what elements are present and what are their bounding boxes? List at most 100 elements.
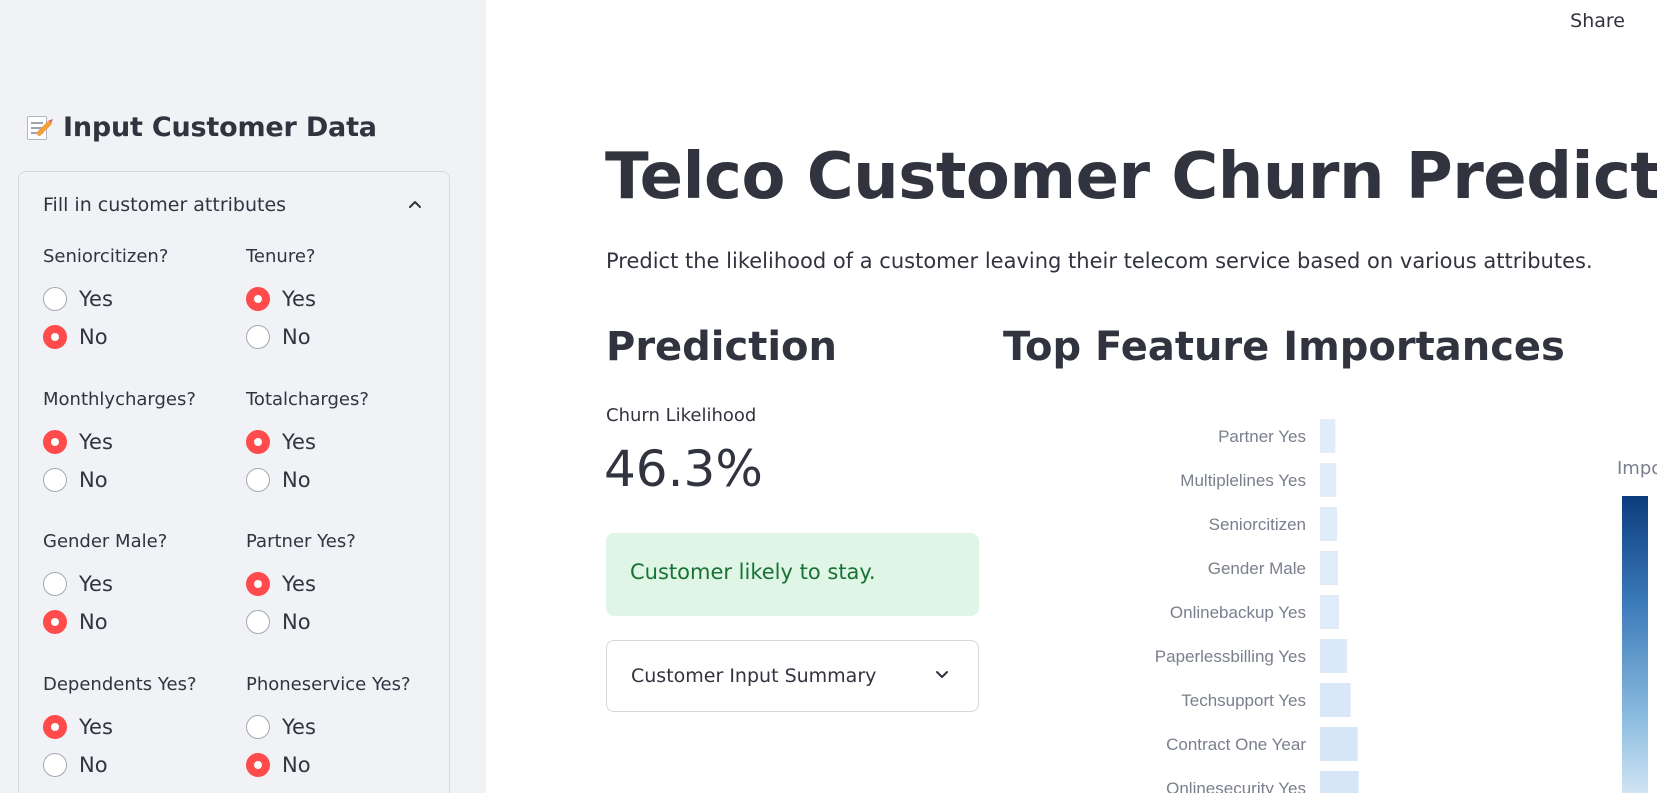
- radio-option-yes[interactable]: Yes: [246, 708, 411, 746]
- radio-option-label: No: [282, 610, 311, 634]
- radio-group-label: Monthlycharges?: [43, 389, 196, 410]
- importance-heading: Top Feature Importances: [1003, 324, 1565, 370]
- colorbar-title: Impo: [1617, 458, 1657, 479]
- sidebar-title: Input Customer Data: [63, 112, 377, 143]
- radio-option-yes[interactable]: Yes: [43, 565, 167, 603]
- summary-label: Customer Input Summary: [631, 665, 877, 687]
- bar-label: Partner Yes: [1218, 427, 1306, 446]
- radio-option-no[interactable]: No: [246, 318, 316, 356]
- expander-label[interactable]: Fill in customer attributes: [43, 194, 286, 216]
- churn-metric-label: Churn Likelihood: [606, 405, 757, 426]
- radio-dot[interactable]: [43, 287, 67, 311]
- radio-group: Partner Yes? Yes No: [246, 531, 356, 641]
- radio-option-label: Yes: [282, 287, 316, 311]
- radio-option-label: Yes: [282, 572, 316, 596]
- radio-group: Tenure? Yes No: [246, 246, 316, 356]
- radio-option-label: No: [79, 325, 108, 349]
- radio-option-no[interactable]: No: [246, 603, 356, 641]
- radio-option-label: Yes: [282, 430, 316, 454]
- feature-importance-svg: Partner Yes Multiplelines Yes Seniorcitize…: [1155, 419, 1359, 793]
- radio-group-label: Dependents Yes?: [43, 674, 197, 695]
- bar[interactable]: [1320, 507, 1338, 541]
- bar-label: Paperlessbilling Yes: [1155, 647, 1306, 666]
- radio-group: Monthlycharges? Yes No: [43, 389, 196, 499]
- radio-dot[interactable]: [43, 572, 67, 596]
- prediction-heading: Prediction: [606, 324, 838, 370]
- radio-dot[interactable]: [43, 325, 67, 349]
- radio-option-label: No: [79, 753, 108, 777]
- radio-dot[interactable]: [246, 753, 270, 777]
- radio-dot[interactable]: [43, 753, 67, 777]
- bar[interactable]: [1320, 727, 1358, 761]
- bar-label: Onlinebackup Yes: [1170, 603, 1306, 622]
- radio-option-label: Yes: [79, 287, 113, 311]
- radio-option-yes[interactable]: Yes: [246, 565, 356, 603]
- radio-option-label: No: [79, 610, 108, 634]
- radio-option-no[interactable]: No: [43, 461, 196, 499]
- radio-group-label: Phoneservice Yes?: [246, 674, 411, 695]
- radio-dot[interactable]: [43, 468, 67, 492]
- radio-dot[interactable]: [246, 430, 270, 454]
- bar[interactable]: [1320, 595, 1339, 629]
- bar[interactable]: [1320, 551, 1338, 585]
- memo-icon: [25, 114, 53, 142]
- radio-group: Totalcharges? Yes No: [246, 389, 369, 499]
- radio-option-yes[interactable]: Yes: [246, 280, 316, 318]
- radio-dot[interactable]: [246, 715, 270, 739]
- page-title: Telco Customer Churn Predictor: [605, 140, 1657, 214]
- radio-option-yes[interactable]: Yes: [246, 423, 369, 461]
- radio-group-label: Tenure?: [246, 246, 316, 267]
- radio-dot[interactable]: [43, 610, 67, 634]
- radio-option-no[interactable]: No: [43, 603, 167, 641]
- radio-dot[interactable]: [43, 715, 67, 739]
- radio-option-no[interactable]: No: [43, 746, 197, 784]
- radio-dot[interactable]: [246, 287, 270, 311]
- chevron-down-icon: [936, 671, 948, 678]
- sidebar-header: Input Customer Data: [25, 112, 377, 143]
- radio-dot[interactable]: [43, 430, 67, 454]
- radio-option-no[interactable]: No: [43, 318, 168, 356]
- page-subtitle: Predict the likelihood of a customer lea…: [606, 249, 1593, 273]
- radio-option-label: Yes: [79, 572, 113, 596]
- radio-dot[interactable]: [246, 468, 270, 492]
- radio-option-label: Yes: [282, 715, 316, 739]
- prediction-alert: Customer likely to stay.: [606, 533, 979, 616]
- radio-option-label: No: [282, 753, 311, 777]
- chevron-up-icon[interactable]: [407, 196, 423, 212]
- bar[interactable]: [1320, 419, 1336, 453]
- feature-importance-chart: Partner Yes Multiplelines Yes Seniorcitize…: [1000, 400, 1657, 793]
- bar[interactable]: [1320, 771, 1359, 793]
- radio-option-label: No: [282, 468, 311, 492]
- share-button[interactable]: Share: [1570, 10, 1625, 32]
- radio-dot[interactable]: [246, 572, 270, 596]
- radio-group: Seniorcitizen? Yes No: [43, 246, 168, 356]
- radio-group-label: Totalcharges?: [246, 389, 369, 410]
- radio-group: Gender Male? Yes No: [43, 531, 167, 641]
- radio-group: Phoneservice Yes? Yes No: [246, 674, 411, 784]
- radio-dot[interactable]: [246, 325, 270, 349]
- radio-option-yes[interactable]: Yes: [43, 708, 197, 746]
- radio-option-label: Yes: [79, 715, 113, 739]
- radio-option-no[interactable]: No: [246, 461, 369, 499]
- bar[interactable]: [1320, 683, 1351, 717]
- bar[interactable]: [1320, 639, 1347, 673]
- customer-attributes-expander: Fill in customer attributes Seniorcitize…: [18, 171, 450, 793]
- bar-label: Seniorcitizen: [1209, 515, 1306, 534]
- radio-group: Dependents Yes? Yes No: [43, 674, 197, 784]
- bar-label: Multiplelines Yes: [1180, 471, 1306, 490]
- radio-option-yes[interactable]: Yes: [43, 280, 168, 318]
- bar-label: Onlinesecurity Yes: [1166, 779, 1306, 793]
- radio-dot[interactable]: [246, 610, 270, 634]
- radio-option-label: No: [282, 325, 311, 349]
- customer-input-summary-expander[interactable]: Customer Input Summary: [606, 640, 979, 712]
- radio-group-label: Gender Male?: [43, 531, 168, 552]
- bar-label: Contract One Year: [1166, 735, 1306, 754]
- radio-option-yes[interactable]: Yes: [43, 423, 196, 461]
- alert-text: Customer likely to stay.: [630, 560, 876, 584]
- radio-group-label: Seniorcitizen?: [43, 246, 169, 267]
- radio-option-no[interactable]: No: [246, 746, 411, 784]
- radio-group-label: Partner Yes?: [246, 531, 356, 552]
- bar[interactable]: [1320, 463, 1337, 497]
- colorbar: [1622, 496, 1648, 793]
- sidebar: Input Customer Data Fill in customer att…: [0, 0, 486, 793]
